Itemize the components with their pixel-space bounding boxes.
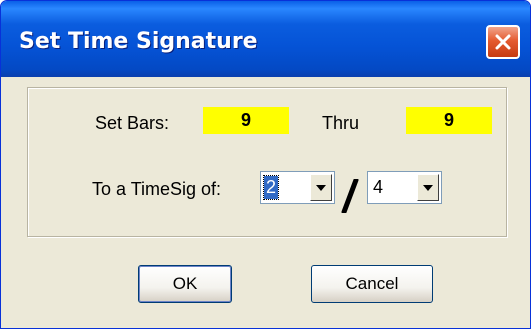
title-bar[interactable]: Set Time Signature: [1, 1, 530, 77]
timesig-slash: [341, 179, 359, 213]
dialog-window: Set Time Signature Set Bars: 9 Thru 9 To…: [0, 0, 531, 329]
timesig-label: To a TimeSig of:: [92, 179, 222, 199]
close-button[interactable]: [486, 25, 520, 59]
window-title: Set Time Signature: [19, 29, 258, 54]
thru-label: Thru: [322, 113, 360, 133]
thru-bar-field[interactable]: 9: [406, 107, 492, 134]
cancel-button[interactable]: Cancel: [311, 265, 433, 303]
set-bars-label: Set Bars:: [95, 113, 170, 133]
denominator-select[interactable]: 4: [367, 171, 442, 204]
ok-button[interactable]: OK: [138, 265, 232, 303]
chevron-down-icon[interactable]: [417, 174, 439, 201]
numerator-select[interactable]: 2: [260, 171, 335, 204]
numerator-value: 2: [262, 175, 280, 200]
close-icon: [495, 34, 511, 50]
denominator-value: 4: [373, 177, 384, 197]
chevron-down-icon[interactable]: [310, 174, 332, 201]
from-bar-field[interactable]: 9: [203, 107, 289, 134]
